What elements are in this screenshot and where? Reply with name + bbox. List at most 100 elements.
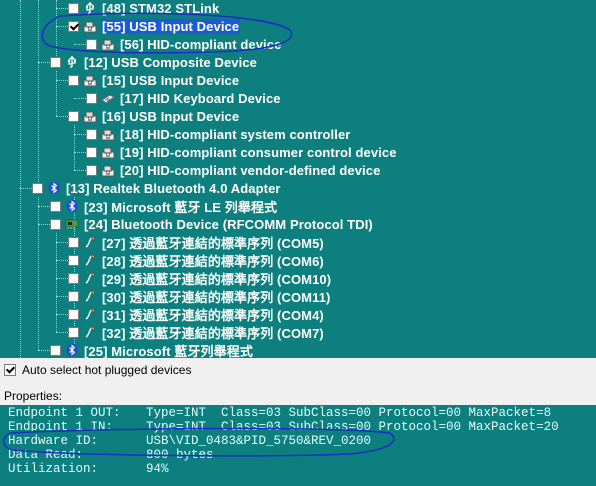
tree-node[interactable]: [20] HID-compliant vendor-defined device xyxy=(86,161,381,179)
tree-node[interactable]: [56] HID-compliant device xyxy=(86,35,282,53)
usb-icon xyxy=(65,55,79,69)
tree-line xyxy=(74,143,75,170)
tree-node-checkbox[interactable] xyxy=(68,272,79,284)
tree-node-label[interactable]: [55] USB Input Device xyxy=(101,18,241,34)
tree-node[interactable]: [28] 透過藍牙連結的標準序列 (COM6) xyxy=(68,251,325,269)
keyboard-icon xyxy=(101,91,115,105)
tree-node-label[interactable]: [48] STM32 STLink xyxy=(101,1,220,16)
tree-node-checkbox[interactable] xyxy=(68,290,79,302)
tree-node[interactable]: [17] HID Keyboard Device xyxy=(86,89,282,107)
tree-node-label[interactable]: [19] HID-compliant consumer control devi… xyxy=(119,145,398,160)
property-key: Hardware ID: xyxy=(8,434,99,448)
tree-node-checkbox[interactable] xyxy=(68,326,79,338)
tree-node-label[interactable]: [28] 透過藍牙連結的標準序列 (COM6) xyxy=(101,251,325,270)
tree-node[interactable]: [29] 透過藍牙連結的標準序列 (COM10) xyxy=(68,269,332,287)
auto-select-checkbox[interactable] xyxy=(4,364,16,376)
tree-node-checkbox[interactable] xyxy=(68,20,79,32)
tree-node[interactable]: [55] USB Input Device xyxy=(68,17,241,35)
property-row: Endpoint 1 OUT: Type=INT Class=03 SubClas… xyxy=(8,406,551,420)
tree-node-label[interactable]: [24] Bluetooth Device (RFCOMM Protocol T… xyxy=(83,217,374,232)
tree-node-checkbox[interactable] xyxy=(68,236,79,248)
tree-node-checkbox[interactable] xyxy=(50,56,61,68)
tree-node-label[interactable]: [25] Microsoft 藍牙列舉程式 xyxy=(83,341,254,359)
tree-node-label[interactable]: [17] HID Keyboard Device xyxy=(119,91,282,106)
tree-node-checkbox[interactable] xyxy=(32,182,43,194)
serial-port-icon xyxy=(83,289,97,303)
tree-node[interactable]: [27] 透過藍牙連結的標準序列 (COM5) xyxy=(68,233,325,251)
tree-node-checkbox[interactable] xyxy=(50,200,61,212)
tree-node[interactable]: [19] HID-compliant consumer control devi… xyxy=(86,143,398,161)
tree-line xyxy=(56,242,68,243)
tree-node[interactable]: [24] Bluetooth Device (RFCOMM Protocol T… xyxy=(50,215,374,233)
tree-node-checkbox[interactable] xyxy=(86,146,97,158)
tree-node-checkbox[interactable] xyxy=(86,164,97,176)
hid-device-icon xyxy=(101,163,115,177)
tree-node[interactable]: [12] USB Composite Device xyxy=(50,53,258,71)
tree-node[interactable]: [32] 透過藍牙連結的標準序列 (COM7) xyxy=(68,323,325,341)
tree-node-label[interactable]: [20] HID-compliant vendor-defined device xyxy=(119,163,381,178)
tree-node[interactable]: [23] Microsoft 藍牙 LE 列舉程式 xyxy=(50,197,278,215)
property-key: Data Read: xyxy=(8,448,84,462)
tree-node[interactable]: [18] HID-compliant system controller xyxy=(86,125,351,143)
tree-node-checkbox[interactable] xyxy=(68,110,79,122)
tree-node-checkbox[interactable] xyxy=(86,38,97,50)
property-key: Endpoint 1 IN: xyxy=(8,420,114,434)
tree-line xyxy=(20,188,32,189)
tree-line xyxy=(56,278,68,279)
tree-node[interactable]: [25] Microsoft 藍牙列舉程式 xyxy=(50,341,254,358)
hid-device-icon xyxy=(101,145,115,159)
hid-device-icon xyxy=(83,109,97,123)
property-row: Data Read: 800 bytes xyxy=(8,448,214,462)
tree-line xyxy=(74,98,86,99)
tree-node-checkbox[interactable] xyxy=(68,2,79,14)
tree-node-label[interactable]: [32] 透過藍牙連結的標準序列 (COM7) xyxy=(101,323,325,342)
tree-node-checkbox[interactable] xyxy=(50,344,61,356)
tree-node-label[interactable]: [18] HID-compliant system controller xyxy=(119,127,351,142)
tree-node-label[interactable]: [29] 透過藍牙連結的標準序列 (COM10) xyxy=(101,269,332,288)
tree-node-label[interactable]: [15] USB Input Device xyxy=(101,73,240,88)
tree-line xyxy=(56,8,68,9)
serial-port-icon xyxy=(83,235,97,249)
tree-line xyxy=(74,134,86,135)
property-key: Utilization: xyxy=(8,462,99,476)
tree-line xyxy=(56,260,68,261)
tree-node-checkbox[interactable] xyxy=(86,92,97,104)
tree-node-label[interactable]: [12] USB Composite Device xyxy=(83,55,258,70)
tree-node-label[interactable]: [27] 透過藍牙連結的標準序列 (COM5) xyxy=(101,233,325,252)
hid-device-icon xyxy=(83,73,97,87)
auto-select-option[interactable]: Auto select hot plugged devices xyxy=(4,363,191,377)
property-value: 94% xyxy=(146,462,169,476)
tree-node-label[interactable]: [23] Microsoft 藍牙 LE 列舉程式 xyxy=(83,197,278,216)
tree-line xyxy=(56,314,68,315)
tree-node-label[interactable]: [13] Realtek Bluetooth 4.0 Adapter xyxy=(65,181,282,196)
tree-node-checkbox[interactable] xyxy=(68,308,79,320)
tree-node[interactable]: [30] 透過藍牙連結的標準序列 (COM11) xyxy=(68,287,331,305)
tree-line xyxy=(56,71,57,116)
tree-line xyxy=(56,80,68,81)
tree-node[interactable]: [13] Realtek Bluetooth 4.0 Adapter xyxy=(32,179,282,197)
properties-panel[interactable]: Endpoint 1 OUT: Type=INT Class=03 SubClas… xyxy=(0,405,596,486)
tree-line xyxy=(38,350,50,351)
tree-node-label[interactable]: [30] 透過藍牙連結的標準序列 (COM11) xyxy=(101,287,331,306)
property-value: Type=INT Class=03 SubClass=00 Protocol=0… xyxy=(146,406,552,420)
network-card-icon xyxy=(65,217,79,231)
tree-node-checkbox[interactable] xyxy=(68,74,79,86)
usb-icon xyxy=(83,1,97,15)
tree-node[interactable]: [48] STM32 STLink xyxy=(68,0,220,17)
tree-line xyxy=(74,152,86,153)
tree-line xyxy=(74,44,86,45)
tree-node-checkbox[interactable] xyxy=(86,128,97,140)
tree-node-label[interactable]: [56] HID-compliant device xyxy=(119,37,282,52)
tree-node-label[interactable]: [31] 透過藍牙連結的標準序列 (COM4) xyxy=(101,305,325,324)
tree-node[interactable]: [16] USB Input Device xyxy=(68,107,240,125)
tree-node-label[interactable]: [16] USB Input Device xyxy=(101,109,240,124)
tree-line xyxy=(74,170,86,171)
hid-device-icon xyxy=(101,37,115,51)
tree-node[interactable]: [15] USB Input Device xyxy=(68,71,240,89)
tree-node-checkbox[interactable] xyxy=(50,218,61,230)
tree-node-checkbox[interactable] xyxy=(68,254,79,266)
tree-node[interactable]: [31] 透過藍牙連結的標準序列 (COM4) xyxy=(68,305,325,323)
bottom-panel: Auto select hot plugged devices Properti… xyxy=(0,358,596,486)
device-tree[interactable]: [48] STM32 STLink [55] USB Input Device [5… xyxy=(0,0,596,358)
auto-select-label: Auto select hot plugged devices xyxy=(22,363,192,377)
